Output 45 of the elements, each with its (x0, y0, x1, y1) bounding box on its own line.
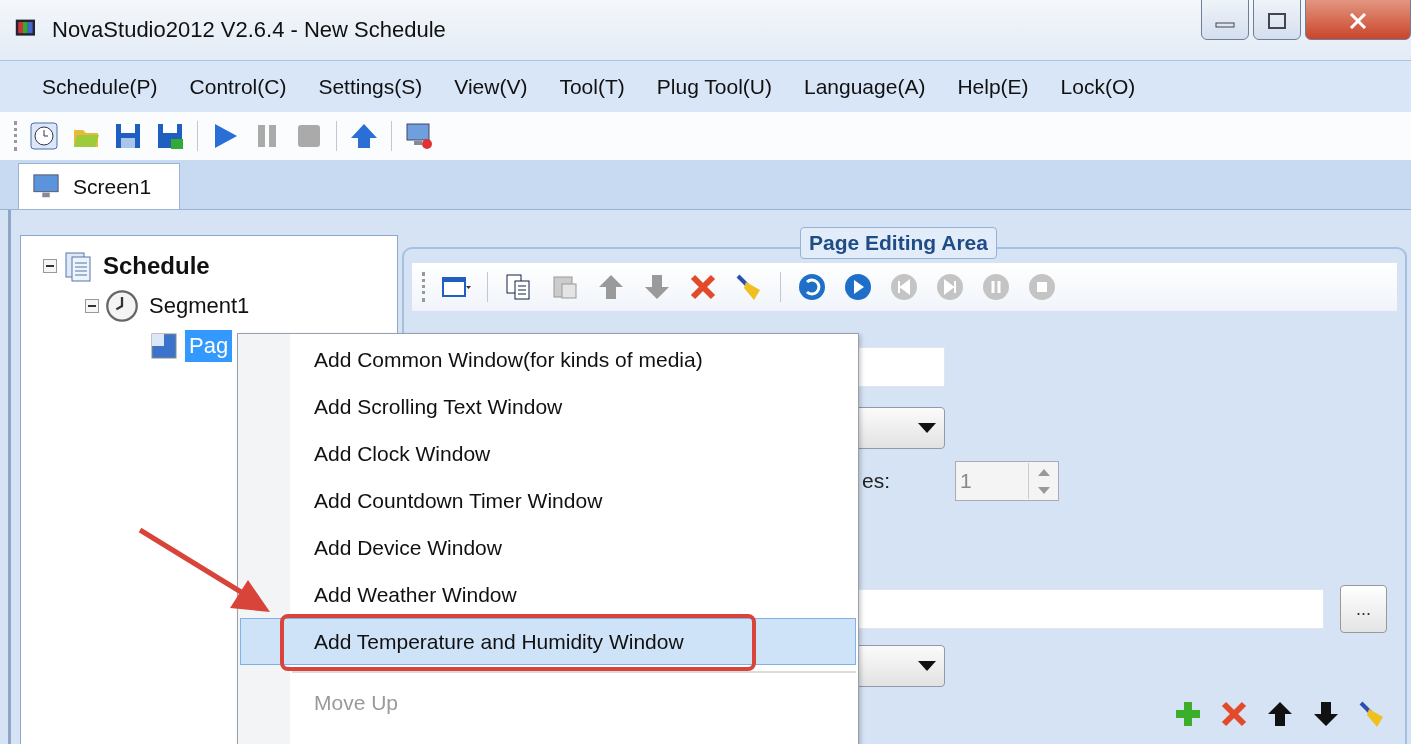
caret-icon (918, 661, 936, 671)
maximize-icon (1268, 13, 1286, 29)
save-icon[interactable] (113, 121, 143, 151)
menu-item[interactable]: Control(C) (173, 68, 303, 105)
tree-item[interactable]: Schedule (99, 249, 214, 283)
collapse-toggle[interactable] (43, 259, 57, 273)
delete-icon[interactable] (1219, 699, 1249, 729)
menu-item[interactable]: Add Device Window (290, 524, 856, 571)
menu-item[interactable]: Lock(O) (1044, 68, 1152, 105)
collapse-toggle[interactable] (85, 299, 99, 313)
clock-icon (105, 289, 139, 323)
menu-item[interactable]: Settings(S) (302, 68, 439, 105)
minimize-icon (1215, 21, 1235, 29)
caret-icon (918, 423, 936, 433)
save-as-icon[interactable] (155, 121, 185, 151)
maximize-button[interactable] (1253, 0, 1301, 40)
menu-item[interactable]: Help(E) (941, 68, 1045, 105)
refresh-icon[interactable] (797, 272, 827, 302)
group-title: Page Editing Area (800, 227, 997, 259)
menu-item[interactable]: Schedule(P) (26, 68, 174, 105)
menu-item[interactable]: Add Scrolling Text Window (290, 383, 856, 430)
close-button[interactable] (1305, 0, 1411, 40)
menu-item[interactable]: Language(A) (787, 68, 942, 105)
field-label: es: (862, 469, 891, 493)
play-icon[interactable] (843, 272, 873, 302)
menu-item[interactable]: Add Clock Window (290, 430, 856, 477)
delete-icon[interactable] (688, 272, 718, 302)
browse-button[interactable]: ... (1339, 585, 1387, 633)
menu-item[interactable]: Add Weather Window (290, 571, 856, 618)
tree-item[interactable]: Segment1 (145, 290, 254, 322)
document-stack-icon (63, 249, 93, 283)
window-title: NovaStudio2012 V2.6.4 - New Schedule (52, 17, 446, 43)
menu-item[interactable]: Add Temperature and Humidity Window (240, 618, 856, 665)
menu-item[interactable]: Add Countdown Timer Window (290, 477, 856, 524)
close-icon (1348, 13, 1368, 29)
menu-item[interactable]: Plug Tool(U) (640, 68, 788, 105)
screen-tab[interactable]: Screen1 (18, 163, 180, 209)
minimize-button[interactable] (1201, 0, 1249, 40)
menu-item[interactable]: View(V) (438, 68, 544, 105)
menu-item[interactable]: Tool(T) (543, 68, 641, 105)
monitor-icon[interactable] (404, 121, 434, 151)
page-icon (149, 331, 179, 361)
menu-item[interactable]: Add Common Window(for kinds of media) (290, 336, 856, 383)
clock-icon[interactable] (29, 121, 59, 151)
plus-icon[interactable] (1173, 699, 1203, 729)
